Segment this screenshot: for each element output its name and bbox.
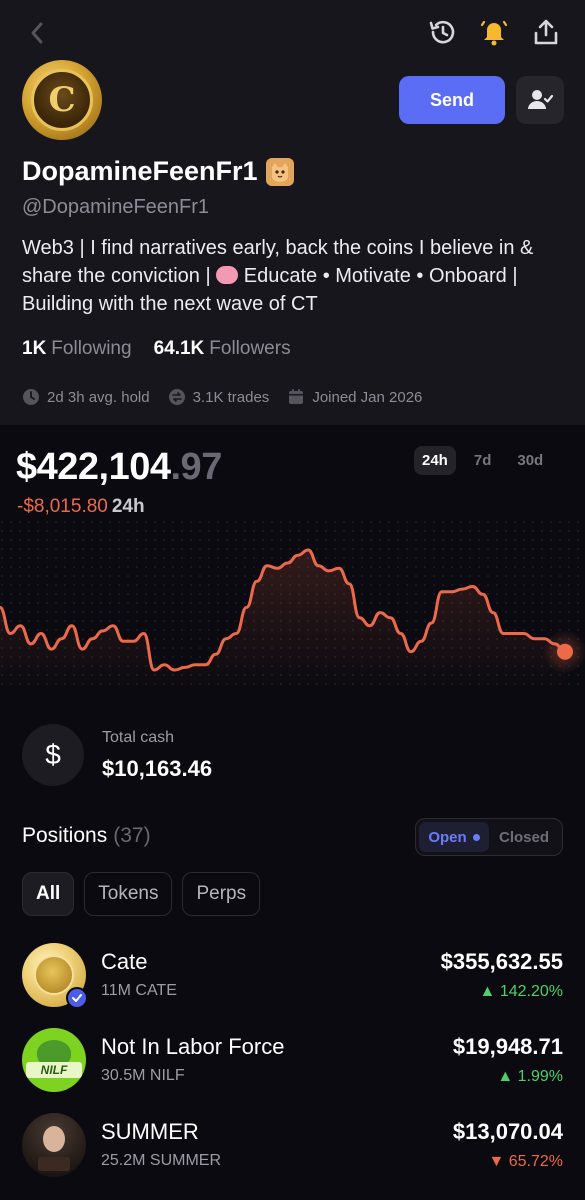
verified-badge-icon — [66, 987, 88, 1009]
display-name-text: DopamineFeenFr1 — [22, 156, 258, 186]
positions-title-text: Positions — [22, 824, 108, 847]
position-value: $355,632.55 — [440, 949, 563, 974]
position-row[interactable]: NILF Not In Labor Force 30.5M NILF $19,9… — [0, 1028, 585, 1104]
position-name: SUMMER — [101, 1119, 199, 1144]
profile-meta: 2d 3h avg. hold 3.1K trades Joined Jan 2… — [22, 388, 422, 406]
user-check-icon — [528, 90, 553, 109]
change-value: -$8,015.80 — [17, 496, 108, 517]
position-row[interactable]: Cate 11M CATE $355,632.55 ▲ 142.20% — [0, 943, 585, 1019]
balance-cents: .97 — [170, 446, 223, 488]
calendar-icon — [289, 389, 304, 404]
avg-hold-text: 2d 3h avg. hold — [47, 388, 150, 406]
position-change: ▼ 65.72% — [488, 1153, 563, 1171]
position-change-value: 142.20% — [499, 983, 563, 1000]
active-dot-icon — [472, 833, 480, 841]
filter-perps[interactable]: Perps — [182, 872, 261, 916]
timeframe-selector: 24h 7d 30d — [414, 446, 551, 475]
position-name: Not In Labor Force — [101, 1034, 285, 1059]
position-change-value: 65.72% — [508, 1153, 563, 1170]
positions-title: Positions (37) — [22, 824, 151, 848]
trades-text: 3.1K trades — [192, 388, 270, 406]
trades: 3.1K trades — [168, 388, 270, 406]
positions-count: (37) — [113, 824, 151, 847]
send-button[interactable]: Send — [399, 76, 505, 124]
share-icon — [534, 19, 558, 45]
cash-value: $10,163.46 — [102, 756, 213, 781]
timeframe-24h[interactable]: 24h — [414, 446, 456, 475]
display-name: DopamineFeenFr1 — [22, 156, 294, 187]
swap-icon — [168, 389, 185, 405]
brain-emoji-icon — [216, 266, 239, 284]
position-name: Cate — [101, 949, 148, 974]
share-button[interactable] — [528, 14, 564, 50]
open-closed-toggle: Open Closed — [415, 818, 563, 856]
position-value: $19,948.71 — [452, 1034, 563, 1059]
timeframe-7d[interactable]: 7d — [466, 446, 500, 475]
following-stat[interactable]: 1K Following — [22, 338, 132, 360]
follow-button[interactable] — [516, 76, 564, 124]
user-handle: @DopamineFeenFr1 — [22, 196, 210, 218]
following-count: 1K — [22, 338, 47, 359]
up-arrow-icon: ▲ — [497, 1068, 518, 1085]
joined: Joined Jan 2026 — [287, 388, 422, 406]
portfolio-chart — [0, 520, 585, 690]
position-row[interactable]: SUMMER 25.2M SUMMER $13,070.04 ▼ 65.72% — [0, 1113, 585, 1189]
timeframe-30d[interactable]: 30d — [509, 446, 551, 475]
up-arrow-icon: ▲ — [479, 983, 500, 1000]
clock-icon — [23, 389, 39, 405]
position-amount: 25.2M SUMMER — [101, 1152, 222, 1169]
change-period: 24h — [111, 496, 145, 517]
joined-text: Joined Jan 2026 — [312, 388, 423, 406]
cash-label: Total cash — [102, 729, 175, 746]
dollar-icon: $ — [22, 724, 84, 786]
cat-emoji-icon — [265, 157, 294, 186]
position-value: $13,070.04 — [452, 1119, 563, 1144]
chevron-left-icon — [31, 22, 43, 44]
nilf-coin-icon: NILF — [22, 1028, 86, 1092]
balance-change: -$8,015.80 24h — [17, 496, 145, 518]
avg-hold: 2d 3h avg. hold — [22, 388, 150, 406]
balance-main: $422,104 — [16, 446, 171, 488]
avatar-image: C — [31, 69, 93, 131]
position-change: ▲ 1.99% — [497, 1068, 563, 1086]
bio: Web3 | I find narratives early, back the… — [22, 234, 567, 318]
toggle-closed[interactable]: Closed — [489, 822, 559, 852]
follow-stats: 1K Following 64.1K Followers — [22, 338, 291, 360]
position-change-value: 1.99% — [517, 1068, 563, 1085]
notifications-button[interactable] — [476, 14, 512, 50]
chart-end-point — [557, 643, 573, 660]
position-amount: 30.5M NILF — [101, 1067, 185, 1084]
position-change: ▲ 142.20% — [480, 983, 563, 1001]
toggle-open[interactable]: Open — [419, 822, 489, 852]
profile-avatar[interactable]: C — [22, 60, 102, 140]
filter-all[interactable]: All — [22, 872, 75, 916]
back-button[interactable] — [22, 18, 52, 48]
history-icon — [429, 20, 455, 44]
summer-coin-icon — [22, 1113, 86, 1177]
followers-count: 64.1K — [153, 338, 205, 359]
down-arrow-icon: ▼ — [488, 1153, 509, 1170]
bell-icon — [480, 20, 508, 46]
position-filters: All Tokens Perps — [22, 872, 261, 916]
portfolio-balance: $422,104.97 — [16, 446, 222, 489]
followers-label: Followers — [209, 338, 291, 359]
position-amount: 11M CATE — [101, 982, 177, 999]
toggle-open-label: Open — [428, 828, 467, 846]
filter-tokens[interactable]: Tokens — [84, 872, 173, 916]
followers-stat[interactable]: 64.1K Followers — [154, 338, 291, 360]
following-label: Following — [51, 338, 132, 359]
history-button[interactable] — [424, 14, 460, 50]
